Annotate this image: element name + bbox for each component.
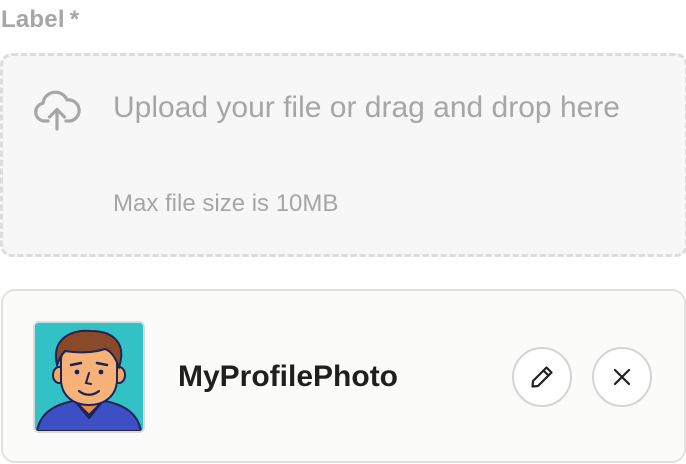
uploaded-file-card: MyProfilePhoto [1, 289, 686, 463]
pencil-icon [529, 364, 555, 390]
file-name: MyProfilePhoto [178, 360, 399, 393]
upload-prompt: Upload your file or drag and drop here [113, 91, 620, 124]
file-dropzone[interactable]: Upload your file or drag and drop here M… [0, 53, 686, 257]
close-icon [612, 367, 632, 387]
max-file-size-hint: Max file size is 10MB [113, 190, 339, 217]
file-thumbnail [33, 321, 145, 433]
required-marker: * [69, 6, 80, 33]
cloud-upload-icon [33, 90, 81, 132]
edit-file-button[interactable] [512, 347, 572, 407]
field-label: Label * [1, 2, 79, 38]
remove-file-button[interactable] [592, 347, 652, 407]
field-label-text: Label [1, 6, 65, 33]
